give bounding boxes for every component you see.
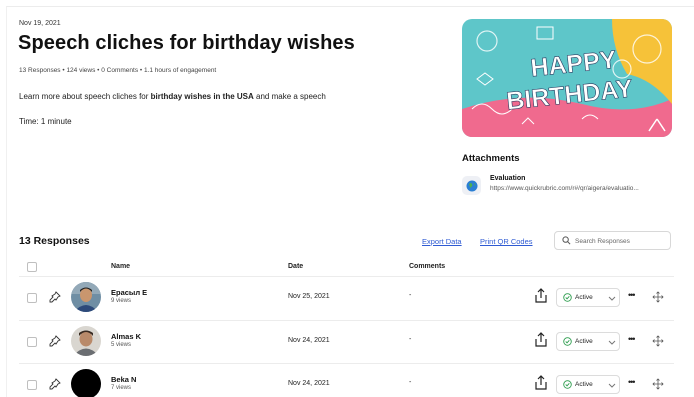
share-icon[interactable] [534, 288, 548, 304]
row-checkbox[interactable] [27, 293, 37, 303]
pin-icon[interactable] [49, 335, 61, 347]
post-date: Nov 19, 2021 [19, 20, 61, 27]
share-icon[interactable] [534, 332, 548, 348]
attachment-name: Evaluation [490, 175, 526, 182]
response-date: Nov 24, 2021 [288, 380, 330, 387]
table-row[interactable]: Beka N 7 views Nov 24, 2021 - Active ••• [7, 364, 694, 397]
pin-icon[interactable] [49, 291, 61, 303]
post-description: Learn more about speech cliches for birt… [19, 92, 326, 101]
search-responses-box[interactable] [554, 231, 671, 250]
response-comments: - [409, 336, 412, 343]
responder-name[interactable]: Beka N [111, 375, 136, 384]
print-qr-codes-link[interactable]: Print QR Codes [480, 237, 533, 246]
globe-icon [462, 176, 481, 195]
chevron-down-icon [608, 383, 616, 388]
response-comments: - [409, 292, 412, 299]
more-options-icon[interactable]: ••• [628, 290, 636, 300]
avatar [71, 369, 101, 397]
drag-handle-icon[interactable] [652, 335, 664, 347]
status-dropdown[interactable]: Active [556, 375, 620, 394]
pin-icon[interactable] [49, 378, 61, 390]
share-icon[interactable] [534, 375, 548, 391]
more-options-icon[interactable]: ••• [628, 377, 636, 387]
drag-handle-icon[interactable] [652, 291, 664, 303]
table-row[interactable]: Ерасыл Е 9 views Nov 25, 2021 - Active •… [7, 277, 694, 319]
attachment-item[interactable]: Evaluation https://www.quickrubric.com/r… [462, 174, 682, 198]
status-dropdown[interactable]: Active [556, 332, 620, 351]
status-label: Active [575, 338, 593, 345]
attachments-heading: Attachments [462, 153, 520, 164]
attachment-url[interactable]: https://www.quickrubric.com/r#/qr/aigera… [490, 185, 639, 192]
chevron-down-icon [608, 296, 616, 301]
status-dropdown[interactable]: Active [556, 288, 620, 307]
response-comments: - [409, 379, 412, 386]
flip-detail-page: Nov 19, 2021 Speech cliches for birthday… [6, 6, 694, 397]
desc-prefix: Learn more about speech cliches for [19, 92, 151, 101]
drag-handle-icon[interactable] [652, 378, 664, 390]
responder-views: 9 views [111, 298, 132, 304]
responder-name[interactable]: Ерасыл Е [111, 288, 147, 297]
status-label: Active [575, 294, 593, 301]
avatar [71, 326, 101, 356]
column-header-date[interactable]: Date [288, 263, 303, 270]
avatar [71, 282, 101, 312]
search-icon [562, 236, 571, 245]
chevron-down-icon [608, 340, 616, 345]
more-options-icon[interactable]: ••• [628, 334, 636, 344]
response-date: Nov 25, 2021 [288, 293, 330, 300]
export-data-link[interactable]: Export Data [422, 237, 462, 246]
responses-heading: 13 Responses [19, 235, 90, 247]
topic-banner-image: HAPPY BIRTHDAY [462, 19, 672, 137]
table-row[interactable]: Almas K 5 views Nov 24, 2021 - Active ••… [7, 321, 694, 363]
row-checkbox[interactable] [27, 337, 37, 347]
post-stats: 13 Responses • 124 views • 0 Comments • … [19, 67, 217, 74]
page-title: Speech cliches for birthday wishes [18, 32, 355, 54]
row-checkbox[interactable] [27, 380, 37, 390]
column-header-comments[interactable]: Comments [409, 263, 445, 270]
column-header-name[interactable]: Name [111, 263, 130, 270]
check-circle-icon [563, 337, 572, 346]
search-responses-input[interactable] [575, 235, 665, 247]
select-all-checkbox[interactable] [27, 262, 37, 272]
responder-views: 7 views [111, 385, 132, 391]
responder-views: 5 views [111, 342, 132, 348]
post-time: Time: 1 minute [19, 117, 72, 126]
check-circle-icon [563, 293, 572, 302]
check-circle-icon [563, 380, 572, 389]
desc-bold: birthday wishes in the USA [150, 92, 254, 101]
desc-suffix: and make a speech [253, 92, 326, 101]
responder-name[interactable]: Almas K [111, 332, 141, 341]
status-label: Active [575, 381, 593, 388]
response-date: Nov 24, 2021 [288, 337, 330, 344]
